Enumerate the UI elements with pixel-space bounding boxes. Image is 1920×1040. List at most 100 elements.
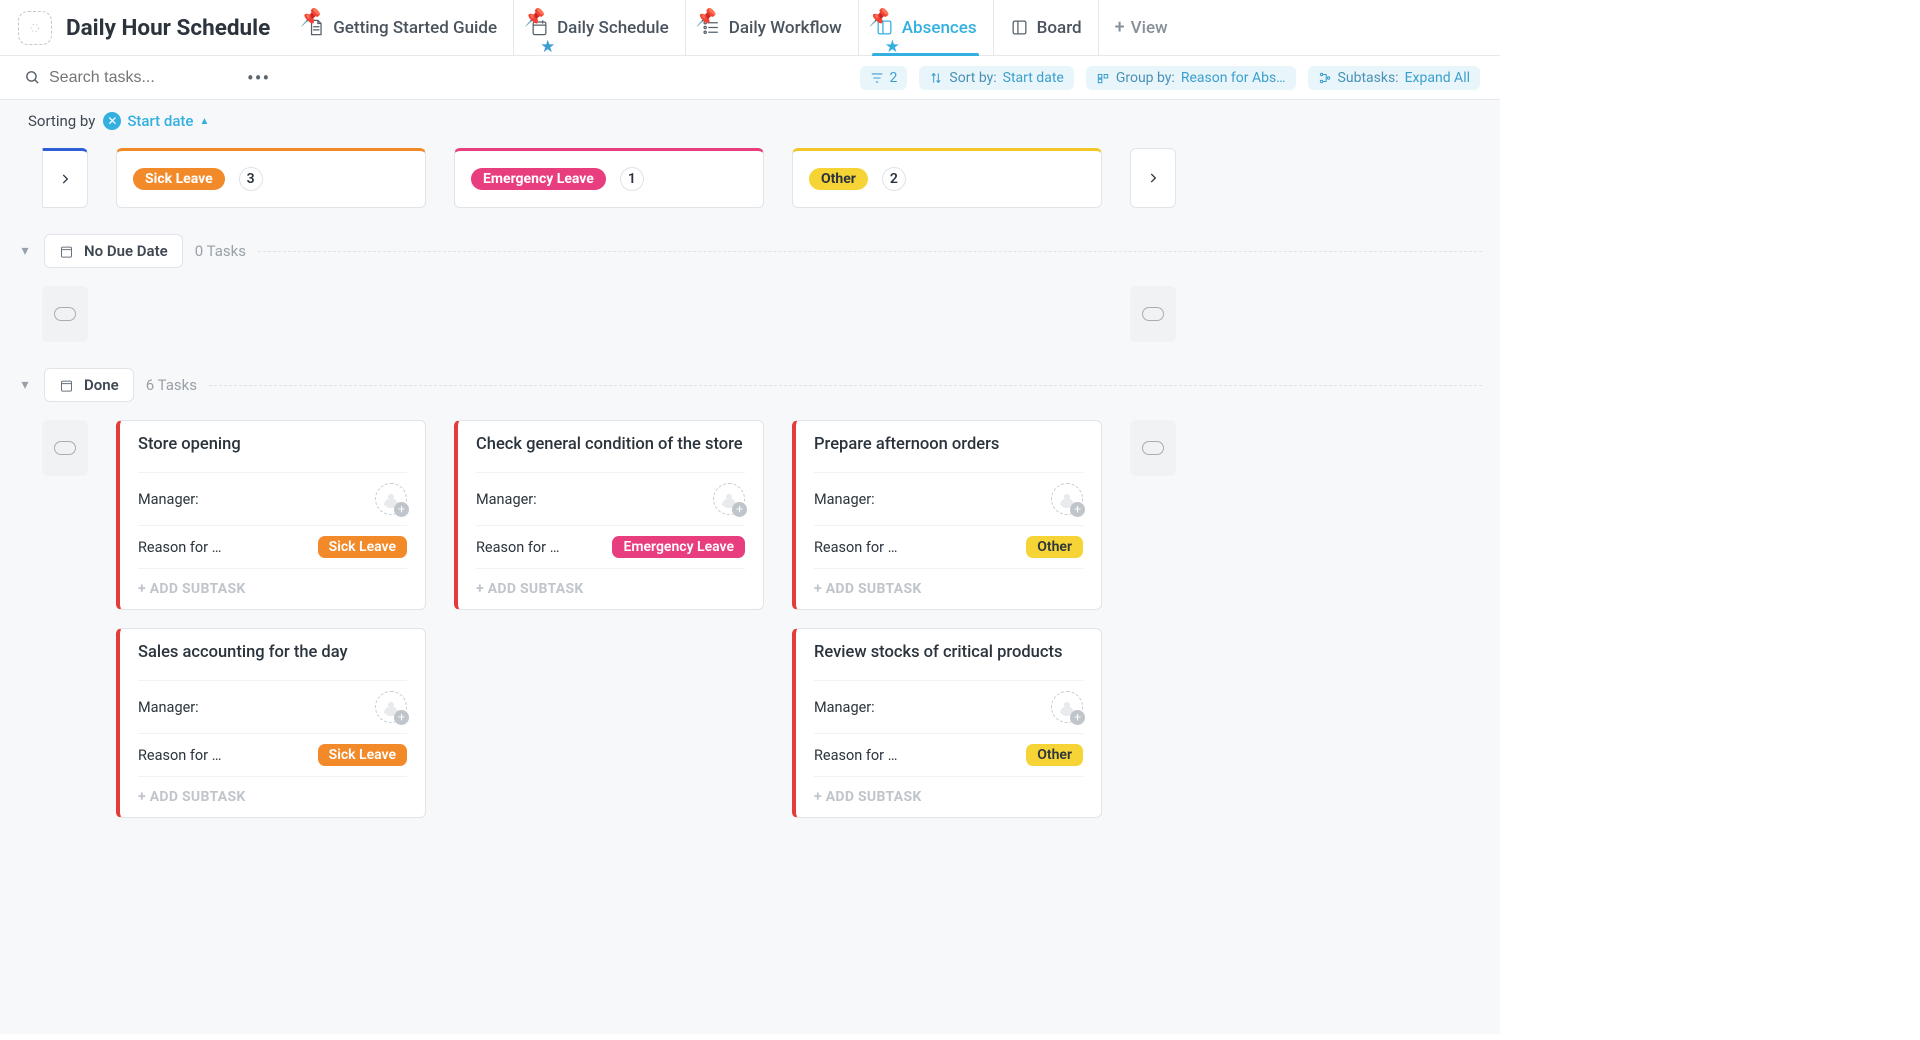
manager-label: Manager: — [476, 491, 537, 508]
tab-daily-schedule[interactable]: 📌 ★ Daily Schedule — [513, 0, 685, 55]
add-subtask-button[interactable]: + ADD SUBTASK — [476, 568, 745, 609]
group-chip[interactable]: No Due Date — [44, 234, 183, 268]
reason-label: Reason for … — [476, 539, 559, 556]
board-icon — [1010, 18, 1029, 37]
add-card-button[interactable] — [42, 420, 88, 476]
assign-manager-button[interactable] — [1051, 483, 1083, 515]
column-sick-leave[interactable]: Sick Leave 3 — [116, 148, 426, 208]
group-label: Group by: — [1116, 70, 1175, 86]
column-count: 3 — [239, 167, 263, 191]
manager-label: Manager: — [138, 699, 199, 716]
card-title: Review stocks of critical products — [814, 643, 1083, 662]
search-input[interactable] — [49, 69, 229, 87]
add-view-label: View — [1131, 18, 1168, 38]
calendar-icon — [59, 378, 74, 393]
filter-count[interactable]: 2 — [860, 66, 908, 90]
chevron-down-icon[interactable]: ▾ — [18, 377, 32, 393]
card-title: Check general condition of the store — [476, 435, 745, 454]
reason-pill[interactable]: Other — [1026, 744, 1083, 766]
plus-oval-icon — [1142, 441, 1164, 455]
chevron-down-icon[interactable]: ▾ — [18, 243, 32, 259]
reason-label: Reason for … — [814, 539, 897, 556]
lanes-no-due — [0, 268, 1500, 342]
assign-manager-button[interactable] — [375, 691, 407, 723]
group-chip[interactable]: Done — [44, 368, 134, 402]
add-card-button[interactable] — [1130, 286, 1176, 342]
view-tabs: 📌 Getting Started Guide 📌 ★ Daily Schedu… — [290, 0, 1183, 55]
add-subtask-button[interactable]: + ADD SUBTASK — [814, 776, 1083, 817]
add-subtask-button[interactable]: + ADD SUBTASK — [814, 568, 1083, 609]
app-logo[interactable] — [18, 11, 52, 45]
sort-label: Sort by: — [949, 70, 996, 86]
tab-daily-workflow[interactable]: 📌 Daily Workflow — [685, 0, 858, 55]
pin-icon: 📌 — [869, 8, 879, 18]
task-card[interactable]: Store opening Manager: Reason for … Sick… — [116, 420, 426, 610]
plus-oval-icon — [1142, 307, 1164, 321]
tab-getting-started[interactable]: 📌 Getting Started Guide — [290, 0, 513, 55]
divider — [258, 251, 1482, 252]
add-card-button[interactable] — [1130, 420, 1176, 476]
task-card[interactable]: Sales accounting for the day Manager: Re… — [116, 628, 426, 818]
sorting-chip[interactable]: ✕ Start date ▲ — [103, 112, 209, 130]
add-subtask-button[interactable]: + ADD SUBTASK — [138, 568, 407, 609]
tab-absences[interactable]: 📌 ★ Absences — [858, 0, 993, 55]
lanes-done: Store opening Manager: Reason for … Sick… — [0, 402, 1500, 818]
task-card[interactable]: Check general condition of the store Man… — [454, 420, 764, 610]
reason-pill[interactable]: Emergency Leave — [612, 536, 745, 558]
close-icon[interactable]: ✕ — [103, 112, 121, 130]
topbar: Daily Hour Schedule 📌 Getting Started Gu… — [0, 0, 1500, 56]
scroll-left-button[interactable] — [42, 148, 88, 208]
sort-filter[interactable]: Sort by: Start date — [919, 66, 1073, 90]
status-pill: Other — [809, 168, 868, 190]
star-icon: ★ — [885, 37, 893, 45]
column-emergency-leave[interactable]: Emergency Leave 1 — [454, 148, 764, 208]
tab-label: Board — [1037, 18, 1082, 38]
assign-manager-button[interactable] — [713, 483, 745, 515]
sorting-label: Sorting by — [28, 112, 95, 130]
column-other[interactable]: Other 2 — [792, 148, 1102, 208]
board-area: Sick Leave 3 Emergency Leave 1 Other 2 ▾… — [0, 134, 1500, 1034]
search[interactable] — [24, 69, 229, 87]
column-count: 1 — [620, 167, 644, 191]
filter-bar: ••• 2 Sort by: Start date Group by: Reas… — [0, 56, 1500, 100]
plus-oval-icon — [54, 441, 76, 455]
group-value: Reason for Abs… — [1181, 70, 1286, 86]
group-filter[interactable]: Group by: Reason for Abs… — [1086, 66, 1296, 90]
group-icon — [1096, 71, 1110, 85]
reason-label: Reason for … — [138, 539, 221, 556]
reason-label: Reason for … — [138, 747, 221, 764]
group-task-count: 6 Tasks — [146, 376, 197, 394]
status-pill: Sick Leave — [133, 168, 225, 190]
task-card[interactable]: Prepare afternoon orders Manager: Reason… — [792, 420, 1102, 610]
assign-manager-button[interactable] — [375, 483, 407, 515]
card-title: Sales accounting for the day — [138, 643, 407, 662]
task-card[interactable]: Review stocks of critical products Manag… — [792, 628, 1102, 818]
reason-pill[interactable]: Other — [1026, 536, 1083, 558]
add-card-button[interactable] — [42, 286, 88, 342]
pin-icon: 📌 — [300, 8, 310, 18]
scroll-right-button[interactable] — [1130, 148, 1176, 208]
reason-pill[interactable]: Sick Leave — [318, 536, 407, 558]
tab-label: Daily Schedule — [557, 18, 669, 38]
subtasks-filter[interactable]: Subtasks: Expand All — [1308, 66, 1480, 90]
manager-label: Manager: — [138, 491, 199, 508]
add-subtask-button[interactable]: + ADD SUBTASK — [138, 776, 407, 817]
sorting-row: Sorting by ✕ Start date ▲ — [0, 100, 1500, 134]
reason-pill[interactable]: Sick Leave — [318, 744, 407, 766]
reason-label: Reason for … — [814, 747, 897, 764]
divider — [209, 385, 1482, 386]
pin-icon: 📌 — [524, 8, 534, 18]
assign-manager-button[interactable] — [1051, 691, 1083, 723]
calendar-icon — [59, 244, 74, 259]
sparkle-icon — [26, 19, 44, 37]
subtasks-value: Expand All — [1405, 70, 1470, 86]
subtasks-label: Subtasks: — [1338, 70, 1399, 86]
search-icon — [24, 69, 41, 86]
subtasks-icon — [1318, 71, 1332, 85]
more-options-icon[interactable]: ••• — [247, 66, 270, 90]
lane-other: Prepare afternoon orders Manager: Reason… — [792, 420, 1102, 818]
tab-board[interactable]: Board — [993, 0, 1098, 55]
add-view-button[interactable]: + View — [1098, 0, 1184, 55]
plus-oval-icon — [54, 307, 76, 321]
status-pill: Emergency Leave — [471, 168, 606, 190]
